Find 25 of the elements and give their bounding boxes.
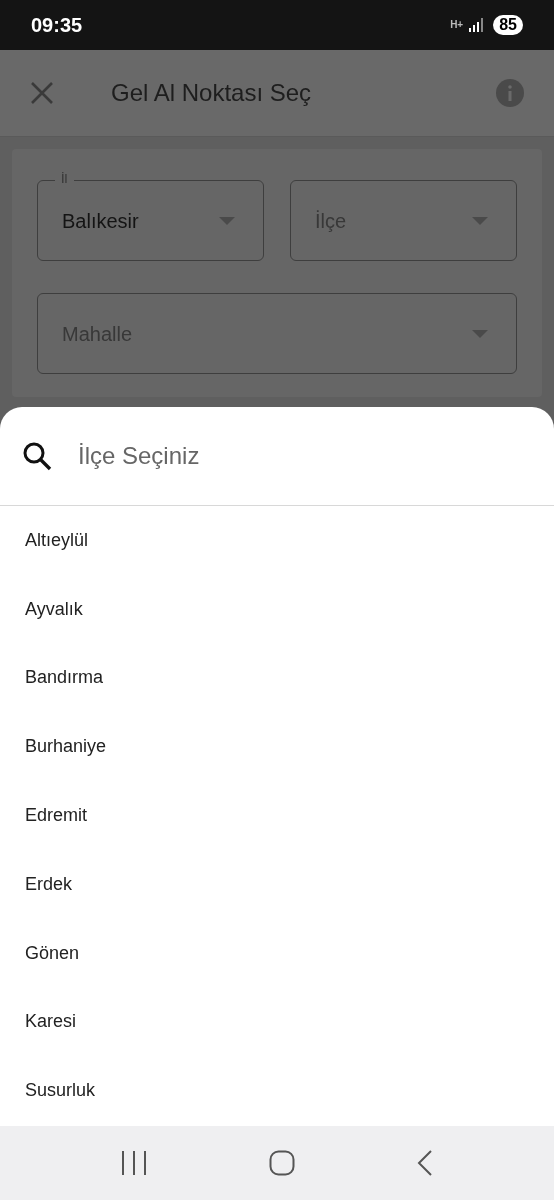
district-item[interactable]: Burhaniye xyxy=(25,733,107,761)
district-item[interactable]: Ayvalık xyxy=(25,595,83,623)
battery-badge: 85 xyxy=(493,15,523,35)
network-type-label: H+ xyxy=(450,20,464,30)
close-icon xyxy=(30,81,54,105)
district-item[interactable]: Bandırma xyxy=(25,664,104,692)
district-item[interactable]: Karesi xyxy=(25,1008,77,1036)
field-value: Balıkesir xyxy=(62,208,139,234)
district-item[interactable]: Gönen xyxy=(25,939,80,967)
signal-icon xyxy=(469,18,484,32)
district-item[interactable]: Susurluk xyxy=(25,1077,96,1105)
dropdown-caret-icon xyxy=(472,329,488,338)
info-icon xyxy=(507,85,513,101)
dropdown-caret-icon xyxy=(219,216,235,225)
search-icon xyxy=(22,441,52,471)
dropdown-caret-icon xyxy=(472,216,488,225)
status-time: 09:35 xyxy=(31,13,83,38)
recent-apps-icon[interactable] xyxy=(121,1151,147,1175)
screen-title: Gel Al Noktası Seç xyxy=(111,78,313,108)
home-icon[interactable] xyxy=(269,1150,295,1176)
back-icon[interactable] xyxy=(417,1150,433,1176)
district-item[interactable]: Edremit xyxy=(25,802,87,830)
search-field[interactable]: İlçe Seçiniz xyxy=(78,438,534,474)
district-item[interactable]: Erdek xyxy=(25,870,73,898)
district-item[interactable]: Altıeylül xyxy=(25,526,89,554)
